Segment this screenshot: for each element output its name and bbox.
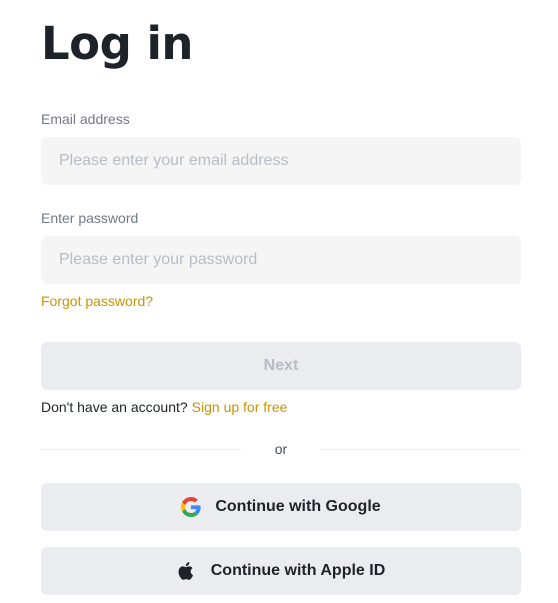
apple-icon xyxy=(177,561,197,581)
email-input[interactable] xyxy=(41,137,521,185)
or-divider: or xyxy=(41,440,521,458)
page-title: Log in xyxy=(41,17,193,70)
forgot-password-link[interactable]: Forgot password? xyxy=(41,292,153,310)
divider-line-right xyxy=(321,449,521,450)
signup-row: Don't have an account? Sign up for free xyxy=(41,398,287,416)
next-button[interactable]: Next xyxy=(41,342,521,390)
password-input[interactable] xyxy=(41,236,521,284)
password-label: Enter password xyxy=(41,210,139,226)
signup-prompt: Don't have an account? xyxy=(41,399,188,415)
google-login-button[interactable]: Continue with Google xyxy=(41,483,521,531)
apple-login-label: Continue with Apple ID xyxy=(210,562,386,579)
apple-login-button[interactable]: Continue with Apple ID xyxy=(41,547,521,595)
signup-link[interactable]: Sign up for free xyxy=(192,399,288,415)
google-login-label: Continue with Google xyxy=(215,498,381,515)
email-label: Email address xyxy=(41,111,130,127)
google-icon xyxy=(181,497,201,517)
